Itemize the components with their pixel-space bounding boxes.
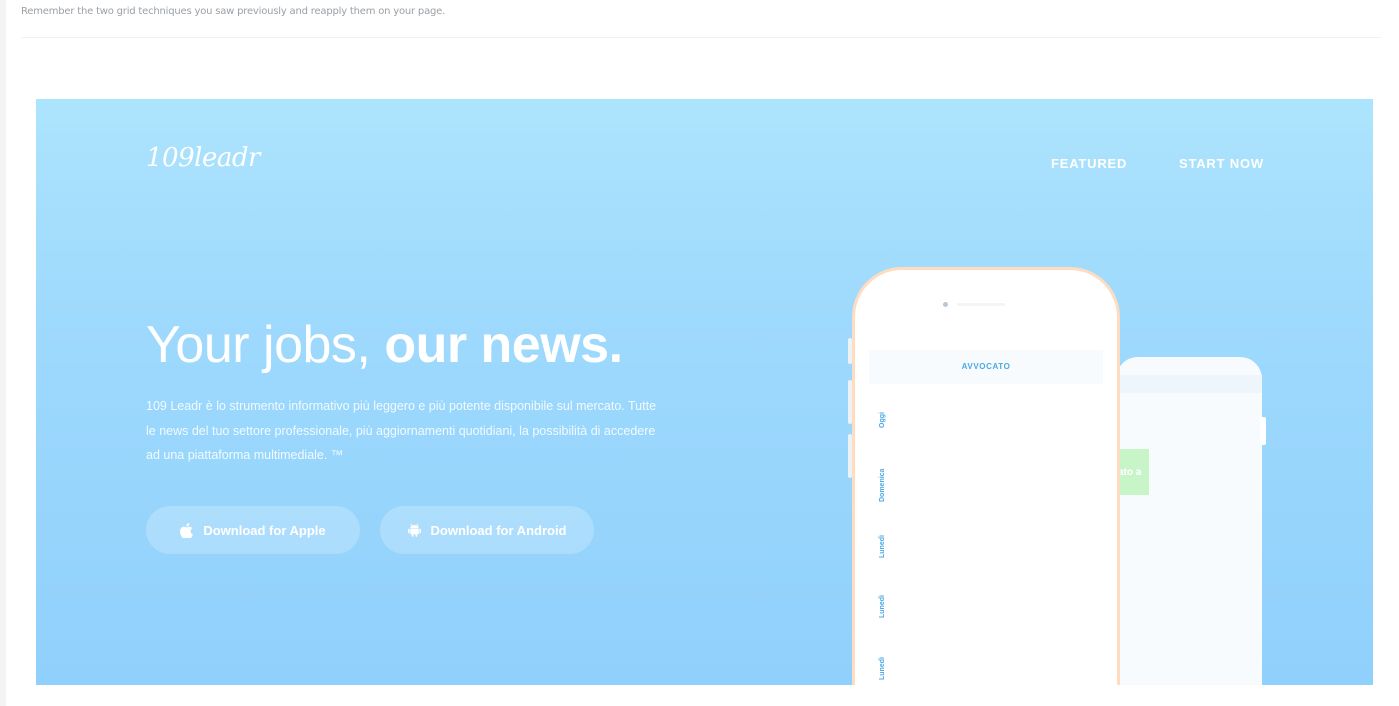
phone-back-topbar — [1116, 375, 1262, 393]
download-apple-label: Download for Apple — [203, 522, 326, 538]
hero-section: 109leadr FEATURED START NOW Your jobs, o… — [36, 99, 1373, 685]
logo[interactable]: 109leadr — [146, 143, 260, 173]
phone-camera — [943, 302, 948, 307]
download-android-button[interactable]: Download for Android — [380, 506, 594, 554]
screen-title: AVVOCATO — [961, 362, 1011, 371]
phone-side-button — [848, 434, 852, 478]
nav-start-now-link[interactable]: START NOW — [1179, 156, 1264, 171]
day-label[interactable]: Domenica — [879, 469, 886, 502]
screen-header: AVVOCATO — [869, 350, 1103, 384]
download-android-label: Download for Android — [430, 522, 567, 538]
divider — [21, 37, 1381, 38]
phone-back-side-tab — [1260, 417, 1266, 445]
day-label[interactable]: Oggi — [879, 412, 886, 428]
hero-headline: Your jobs, our news. — [146, 315, 623, 375]
day-label[interactable]: Lunedì — [879, 535, 886, 558]
left-gutter — [0, 0, 6, 706]
phone-back-tag: ato a — [1116, 449, 1149, 495]
android-icon — [407, 523, 421, 537]
hero-description: 109 Leadr è lo strumento informativo più… — [146, 399, 657, 462]
phone-back-mockup: ato a — [1116, 357, 1266, 685]
apple-icon — [180, 522, 194, 538]
nav-featured-link[interactable]: FEATURED — [1051, 156, 1127, 171]
instruction-text: Remember the two grid techniques you saw… — [21, 6, 446, 17]
headline-bold: our news. — [384, 316, 623, 374]
phone-side-button — [848, 380, 852, 424]
headline-light: Your jobs, — [146, 316, 385, 374]
phone-front-mockup: AVVOCATO Oggi Domenica Lunedì Lunedì Lun… — [848, 267, 1120, 685]
phone-speaker — [957, 303, 1005, 306]
download-apple-button[interactable]: Download for Apple — [146, 506, 360, 554]
day-label[interactable]: Lunedì — [879, 657, 886, 680]
phone-side-button — [848, 338, 852, 364]
day-label[interactable]: Lunedì — [879, 595, 886, 618]
